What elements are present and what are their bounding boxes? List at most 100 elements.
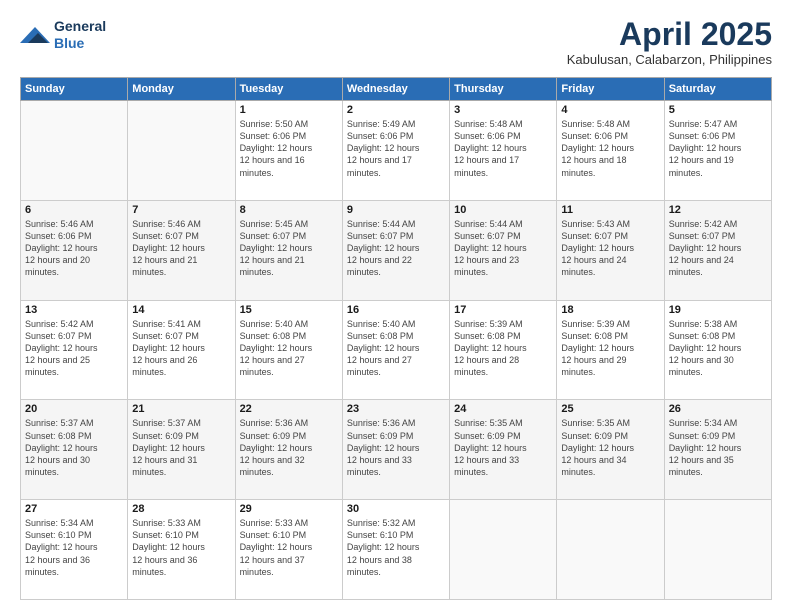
day-number: 10	[454, 204, 552, 216]
table-cell: 27 Sunrise: 5:34 AMSunset: 6:10 PMDayligh…	[21, 500, 128, 600]
month-title: April 2025	[567, 18, 772, 50]
table-cell: 23 Sunrise: 5:36 AMSunset: 6:09 PMDayligh…	[342, 400, 449, 500]
day-info: Sunrise: 5:39 AMSunset: 6:08 PMDaylight:…	[454, 318, 552, 379]
table-cell: 10Sunrise: 5:44 AMSunset: 6:07 PMDayligh…	[450, 200, 557, 300]
table-cell: 17Sunrise: 5:39 AMSunset: 6:08 PMDayligh…	[450, 300, 557, 400]
logo-blue: Blue	[54, 35, 106, 52]
day-info: Sunrise: 5:36 AMSunset: 6:09 PMDaylight:…	[347, 417, 445, 478]
day-number: 20	[25, 403, 123, 415]
table-cell: 21 Sunrise: 5:37 AMSunset: 6:09 PMDayligh…	[128, 400, 235, 500]
day-number: 16	[347, 304, 445, 316]
table-cell: 20 Sunrise: 5:37 AMSunset: 6:08 PMDayligh…	[21, 400, 128, 500]
day-info: Sunrise: 5:39 AMSunset: 6:08 PMDaylight:…	[561, 318, 659, 379]
day-info: Sunrise: 5:42 AMSunset: 6:07 PMDaylight:…	[669, 218, 767, 279]
col-monday: Monday	[128, 78, 235, 101]
day-number: 30	[347, 503, 445, 515]
calendar-table: Sunday Monday Tuesday Wednesday Thursday…	[20, 77, 772, 600]
table-cell: 30Sunrise: 5:32 AMSunset: 6:10 PMDayligh…	[342, 500, 449, 600]
day-number: 25	[561, 403, 659, 415]
calendar-header-row: Sunday Monday Tuesday Wednesday Thursday…	[21, 78, 772, 101]
day-info: Sunrise: 5:46 AMSunset: 6:06 PMDaylight:…	[25, 218, 123, 279]
day-info: Sunrise: 5:36 AMSunset: 6:09 PMDaylight:…	[240, 417, 338, 478]
page: General Blue April 2025 Kabulusan, Calab…	[0, 0, 792, 612]
day-number: 12	[669, 204, 767, 216]
col-friday: Friday	[557, 78, 664, 101]
table-cell: 11Sunrise: 5:43 AMSunset: 6:07 PMDayligh…	[557, 200, 664, 300]
table-cell: 29 Sunrise: 5:33 AMSunset: 6:10 PMDayligh…	[235, 500, 342, 600]
table-cell	[664, 500, 771, 600]
calendar-week-row: 27 Sunrise: 5:34 AMSunset: 6:10 PMDayligh…	[21, 500, 772, 600]
day-number: 5	[669, 104, 767, 116]
col-thursday: Thursday	[450, 78, 557, 101]
table-cell: 18 Sunrise: 5:39 AMSunset: 6:08 PMDayligh…	[557, 300, 664, 400]
header: General Blue April 2025 Kabulusan, Calab…	[20, 18, 772, 67]
day-info: Sunrise: 5:38 AMSunset: 6:08 PMDaylight:…	[669, 318, 767, 379]
calendar-week-row: 13Sunrise: 5:42 AMSunset: 6:07 PMDayligh…	[21, 300, 772, 400]
day-number: 9	[347, 204, 445, 216]
day-number: 15	[240, 304, 338, 316]
logo: General Blue	[20, 18, 106, 52]
day-info: Sunrise: 5:46 AMSunset: 6:07 PMDaylight:…	[132, 218, 230, 279]
day-info: Sunrise: 5:34 AMSunset: 6:09 PMDaylight:…	[669, 417, 767, 478]
logo-icon	[20, 23, 50, 47]
day-number: 26	[669, 403, 767, 415]
table-cell: 3 Sunrise: 5:48 AMSunset: 6:06 PMDaylight…	[450, 101, 557, 201]
day-number: 23	[347, 403, 445, 415]
day-number: 19	[669, 304, 767, 316]
day-info: Sunrise: 5:35 AMSunset: 6:09 PMDaylight:…	[454, 417, 552, 478]
day-number: 11	[561, 204, 659, 216]
day-number: 2	[347, 104, 445, 116]
day-info: Sunrise: 5:49 AMSunset: 6:06 PMDaylight:…	[347, 118, 445, 179]
day-number: 18	[561, 304, 659, 316]
table-cell: 12 Sunrise: 5:42 AMSunset: 6:07 PMDayligh…	[664, 200, 771, 300]
day-number: 21	[132, 403, 230, 415]
table-cell: 4 Sunrise: 5:48 AMSunset: 6:06 PMDaylight…	[557, 101, 664, 201]
day-number: 27	[25, 503, 123, 515]
table-cell: 6 Sunrise: 5:46 AMSunset: 6:06 PMDaylight…	[21, 200, 128, 300]
logo-text: General Blue	[54, 18, 106, 52]
day-number: 3	[454, 104, 552, 116]
day-info: Sunrise: 5:35 AMSunset: 6:09 PMDaylight:…	[561, 417, 659, 478]
day-number: 8	[240, 204, 338, 216]
day-info: Sunrise: 5:48 AMSunset: 6:06 PMDaylight:…	[561, 118, 659, 179]
day-number: 22	[240, 403, 338, 415]
table-cell: 25 Sunrise: 5:35 AMSunset: 6:09 PMDayligh…	[557, 400, 664, 500]
table-cell: 14Sunrise: 5:41 AMSunset: 6:07 PMDayligh…	[128, 300, 235, 400]
day-info: Sunrise: 5:33 AMSunset: 6:10 PMDaylight:…	[240, 517, 338, 578]
table-cell: 26 Sunrise: 5:34 AMSunset: 6:09 PMDayligh…	[664, 400, 771, 500]
day-number: 24	[454, 403, 552, 415]
table-cell	[557, 500, 664, 600]
day-info: Sunrise: 5:47 AMSunset: 6:06 PMDaylight:…	[669, 118, 767, 179]
day-info: Sunrise: 5:34 AMSunset: 6:10 PMDaylight:…	[25, 517, 123, 578]
table-cell: 28Sunrise: 5:33 AMSunset: 6:10 PMDayligh…	[128, 500, 235, 600]
day-number: 4	[561, 104, 659, 116]
table-cell: 22 Sunrise: 5:36 AMSunset: 6:09 PMDayligh…	[235, 400, 342, 500]
table-cell: 2 Sunrise: 5:49 AMSunset: 6:06 PMDaylight…	[342, 101, 449, 201]
table-cell	[450, 500, 557, 600]
table-cell: 8Sunrise: 5:45 AMSunset: 6:07 PMDaylight…	[235, 200, 342, 300]
day-number: 1	[240, 104, 338, 116]
day-number: 14	[132, 304, 230, 316]
table-cell: 9 Sunrise: 5:44 AMSunset: 6:07 PMDaylight…	[342, 200, 449, 300]
calendar-week-row: 1 Sunrise: 5:50 AMSunset: 6:06 PMDaylight…	[21, 101, 772, 201]
day-number: 13	[25, 304, 123, 316]
day-number: 7	[132, 204, 230, 216]
day-info: Sunrise: 5:40 AMSunset: 6:08 PMDaylight:…	[240, 318, 338, 379]
col-saturday: Saturday	[664, 78, 771, 101]
day-info: Sunrise: 5:50 AMSunset: 6:06 PMDaylight:…	[240, 118, 338, 179]
day-info: Sunrise: 5:37 AMSunset: 6:09 PMDaylight:…	[132, 417, 230, 478]
day-info: Sunrise: 5:44 AMSunset: 6:07 PMDaylight:…	[347, 218, 445, 279]
day-number: 6	[25, 204, 123, 216]
col-tuesday: Tuesday	[235, 78, 342, 101]
day-number: 29	[240, 503, 338, 515]
table-cell	[128, 101, 235, 201]
col-sunday: Sunday	[21, 78, 128, 101]
day-info: Sunrise: 5:37 AMSunset: 6:08 PMDaylight:…	[25, 417, 123, 478]
table-cell: 16 Sunrise: 5:40 AMSunset: 6:08 PMDayligh…	[342, 300, 449, 400]
calendar-week-row: 6 Sunrise: 5:46 AMSunset: 6:06 PMDaylight…	[21, 200, 772, 300]
day-info: Sunrise: 5:40 AMSunset: 6:08 PMDaylight:…	[347, 318, 445, 379]
table-cell: 7 Sunrise: 5:46 AMSunset: 6:07 PMDaylight…	[128, 200, 235, 300]
col-wednesday: Wednesday	[342, 78, 449, 101]
day-info: Sunrise: 5:48 AMSunset: 6:06 PMDaylight:…	[454, 118, 552, 179]
calendar-week-row: 20 Sunrise: 5:37 AMSunset: 6:08 PMDayligh…	[21, 400, 772, 500]
